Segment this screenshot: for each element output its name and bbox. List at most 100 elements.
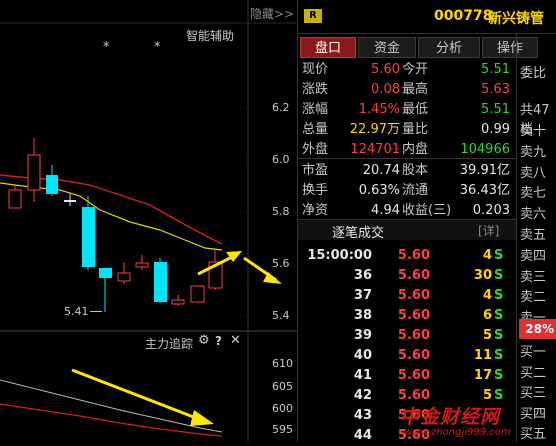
tab-operation[interactable]: 操作 — [482, 37, 538, 58]
quote-value: 5.51 — [481, 62, 510, 77]
quote-label: 量比 — [402, 122, 429, 137]
quote-label: 市盈 — [302, 163, 329, 178]
trade-price: 5.60 — [397, 308, 430, 323]
quote-label: 最高 — [402, 82, 429, 97]
trade-time: 41 — [353, 368, 372, 383]
quote-label: 总量 — [302, 122, 329, 137]
quote-label: 净资 — [302, 203, 329, 218]
margin-badge: R — [304, 9, 322, 23]
price-tick: 6.2 — [272, 101, 290, 114]
candle — [117, 262, 131, 284]
candle — [82, 196, 95, 270]
price-tick: 5.6 — [272, 257, 290, 270]
wei-bi-label: 委比 — [520, 66, 547, 81]
watermark-url: www.zhongji999.com — [404, 427, 511, 438]
trade-volume: 4 — [482, 288, 492, 303]
quote-value: 104966 — [460, 142, 510, 157]
quote-row: 换手 0.63% 流通 36.43亿 — [298, 181, 516, 201]
quote-value: 20.74 — [362, 163, 400, 178]
quote-label: 收益(三) — [402, 203, 452, 218]
chart-canvas — [0, 0, 297, 442]
quote-value: 39.91亿 — [459, 163, 510, 178]
candle — [99, 268, 112, 312]
trade-volume: 30 — [473, 268, 492, 283]
quote-row: 市盈 20.74 股本 39.91亿 — [298, 161, 516, 181]
tab-funds[interactable]: 资金 — [358, 37, 416, 58]
trade-volume: 11 — [473, 348, 492, 363]
trades-header: 逐笔成交 [详] — [298, 220, 516, 241]
candle — [135, 255, 149, 270]
trade-price: 5.60 — [397, 248, 430, 263]
sub-line-white — [0, 379, 223, 433]
stock-code: 000778 — [434, 8, 493, 24]
quote-label: 现价 — [302, 62, 329, 77]
candle — [171, 295, 185, 306]
ask-level-label: 卖五 — [520, 228, 547, 243]
quote-value: 36.43亿 — [459, 183, 510, 198]
ask-level-label: 卖九 — [520, 144, 547, 160]
quote-value: 0.203 — [472, 203, 510, 218]
help-icon[interactable]: ? — [215, 334, 222, 348]
bid-level-label: 买一 — [520, 345, 547, 360]
trade-price: 5.60 — [397, 368, 430, 383]
gear-icon[interactable]: ⚙ — [198, 333, 210, 348]
tab-pankou[interactable]: 盘口 — [300, 37, 356, 58]
hide-panel-button[interactable]: 隐藏>> — [250, 5, 294, 22]
order-ratio-badge: 28% — [519, 319, 556, 339]
sub-panel-title: 主力追踪 — [145, 337, 194, 351]
quote-value: 1.45% — [358, 102, 400, 117]
price-tick: 6.0 — [272, 153, 290, 166]
sub-tick: 605 — [272, 380, 293, 393]
close-icon[interactable]: ✕ — [230, 333, 241, 348]
bid-level-label: 买二 — [520, 365, 547, 381]
ask-level-label: 卖十 — [520, 124, 547, 139]
star-marker: * — [103, 40, 110, 55]
price-tick: 5.4 — [272, 309, 290, 322]
ask-level-label: 卖六 — [520, 207, 547, 223]
trade-side: S — [494, 288, 504, 303]
trade-price: 5.60 — [397, 268, 430, 283]
quote-label: 涨跌 — [302, 82, 329, 97]
candle — [46, 165, 58, 196]
ask-level-label: 卖三 — [520, 269, 547, 285]
trade-time: 44 — [353, 428, 372, 443]
candle — [64, 194, 76, 206]
trade-volume: 17 — [473, 368, 492, 383]
trade-volume: 6 — [482, 308, 492, 323]
quote-value: 4.94 — [371, 203, 400, 218]
candle — [190, 285, 205, 303]
trade-side: S — [494, 348, 504, 363]
trade-time: 42 — [353, 388, 372, 403]
candle — [27, 138, 41, 202]
trade-volume: 5 — [482, 328, 492, 343]
trade-side: S — [494, 268, 504, 283]
trade-side: S — [494, 328, 504, 343]
low-price-label: 5.41 — [64, 305, 89, 318]
bid-level-label: 买三 — [520, 386, 547, 401]
quote-row: 净资 4.94 收益(三) 0.203 — [298, 201, 516, 221]
low-price-pointer — [90, 311, 102, 312]
tab-bar: 盘口 资金 分析 操作 — [298, 37, 556, 58]
quote-row: 外盘 124701 内盘 104966 — [298, 140, 516, 160]
quote-table: 现价 5.60 今开 5.51 涨跌 0.08 最高 5.63 涨幅 1.45% 最低 5.51 总量 2… — [298, 60, 516, 220]
trade-time: 38 — [353, 308, 372, 323]
trade-volume: 4 — [482, 248, 492, 263]
quote-value: 0.99 — [481, 122, 510, 137]
quote-label: 涨幅 — [302, 102, 329, 117]
ask-level-label: 卖二 — [520, 290, 547, 306]
tab-analysis[interactable]: 分析 — [418, 37, 480, 58]
smart-assist-label[interactable]: 智能辅助 — [186, 27, 234, 44]
quote-row: 总量 22.97万 量比 0.99 — [298, 120, 516, 140]
quote-label: 股本 — [402, 163, 429, 178]
trade-time: 15:00:00 — [307, 248, 372, 263]
annotation-arrow — [71, 368, 214, 426]
trade-time: 36 — [353, 268, 372, 283]
trades-detail-link[interactable]: [详] — [478, 222, 499, 239]
quote-label: 今开 — [402, 62, 429, 77]
trade-time: 43 — [353, 408, 372, 423]
quote-value: 0.08 — [371, 82, 400, 97]
quote-value: 5.51 — [481, 102, 510, 117]
ma-line-yellow — [0, 182, 223, 251]
quote-row: 现价 5.60 今开 5.51 — [298, 60, 516, 80]
trade-price: 5.60 — [397, 348, 430, 363]
